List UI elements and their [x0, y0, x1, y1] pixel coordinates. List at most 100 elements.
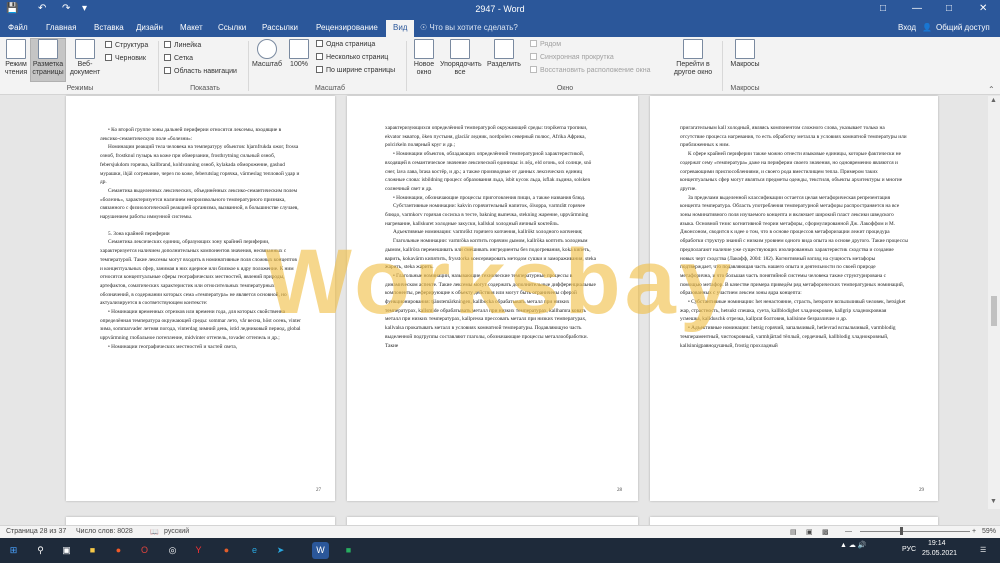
lightbulb-icon: ☉ — [420, 23, 428, 32]
start-icon[interactable]: ⊞ — [5, 542, 22, 559]
tab-review[interactable]: Рецензирование — [316, 23, 378, 32]
ribbon-options-icon[interactable]: □ — [880, 3, 886, 14]
word-count[interactable]: Число слов: 8028 — [76, 528, 133, 535]
tab-home[interactable]: Главная — [46, 23, 76, 32]
paragraph: Субстантивные номинации: kakvin горячите… — [385, 203, 589, 227]
read-mode-label: Режим чтения — [4, 61, 28, 76]
zoom-slider-thumb[interactable] — [900, 527, 903, 535]
keyboard-language[interactable]: РУС — [902, 546, 916, 553]
side-by-side-label: Рядом — [540, 41, 562, 48]
zoom-label: Масштаб — [252, 61, 282, 68]
multi-page-button[interactable]: Несколько страниц — [316, 53, 388, 61]
zoom-in-icon[interactable]: + — [972, 528, 976, 535]
zoom-out-icon[interactable]: — — [845, 528, 852, 535]
app-icon[interactable]: ■ — [340, 542, 357, 559]
firefox-icon[interactable]: ● — [110, 542, 127, 559]
group-separator — [158, 41, 159, 91]
web-layout-view-icon[interactable]: ▩ — [822, 528, 829, 536]
telegram-icon[interactable]: ➤ — [272, 542, 289, 559]
tell-me-box[interactable]: ☉ Что вы хотите сделать? — [420, 23, 518, 32]
maximize-icon[interactable]: □ — [946, 3, 952, 14]
paragraph: пригагательным kall холодный, являясь ко… — [680, 125, 907, 149]
clock-date[interactable]: 25.05.2021 — [922, 550, 957, 557]
tab-insert[interactable]: Вставка — [94, 23, 124, 32]
sync-scroll-button[interactable]: Синхронная прокрутка — [530, 53, 614, 61]
explorer-icon[interactable]: ■ — [84, 542, 101, 559]
yandex-browser-icon[interactable]: ● — [218, 542, 235, 559]
zoom-button[interactable]: Масштаб — [250, 39, 284, 69]
web-layout-button[interactable]: Веб-документ — [68, 39, 102, 77]
yandex-icon[interactable]: Y — [190, 542, 207, 559]
structure-checkbox[interactable]: Структура — [105, 41, 148, 49]
edge-icon[interactable]: e — [246, 542, 263, 559]
scroll-up-icon[interactable]: ▲ — [990, 97, 997, 104]
search-icon[interactable]: ⚲ — [32, 542, 49, 559]
task-view-icon[interactable]: ▣ — [58, 542, 75, 559]
one-page-label: Одна страница — [326, 41, 376, 48]
draft-checkbox[interactable]: Черновик — [105, 54, 146, 62]
arrange-all-button[interactable]: Упорядочить все — [440, 39, 482, 77]
new-window-button[interactable]: Новое окно — [410, 39, 438, 77]
switch-windows-button[interactable]: Перейти в другое окно — [668, 39, 718, 77]
grid-box — [164, 54, 171, 61]
web-layout-label: Веб-документ — [69, 61, 101, 76]
read-mode-button[interactable]: Режим чтения — [3, 39, 29, 77]
paragraph: характеризующихся определённой температу… — [385, 125, 588, 149]
scroll-down-icon[interactable]: ▼ — [990, 498, 997, 505]
print-layout-view-icon[interactable]: ▣ — [806, 528, 813, 536]
chrome-icon[interactable]: ◎ — [164, 542, 181, 559]
notifications-icon[interactable]: ☰ — [980, 546, 986, 554]
zoom-100-button[interactable]: 100% — [286, 39, 312, 69]
share-button[interactable]: Общий доступ — [936, 23, 990, 32]
tab-view[interactable]: Вид — [386, 20, 415, 37]
tab-file[interactable]: Файл — [8, 23, 28, 32]
scroll-thumb[interactable] — [991, 296, 997, 326]
tab-layout[interactable]: Макет — [180, 23, 203, 32]
reset-position-button[interactable]: Восстановить расположение окна — [530, 66, 650, 74]
arrange-all-label: Упорядочить все — [440, 61, 482, 76]
share-icon[interactable]: 👤 — [922, 23, 932, 32]
draft-label: Черновик — [115, 55, 146, 62]
page-number: 29 — [919, 488, 924, 493]
print-layout-button[interactable]: Разметка страницы — [30, 38, 66, 82]
window-title: 2947 - Word — [475, 4, 525, 14]
grid-checkbox[interactable]: Сетка — [164, 54, 193, 62]
new-window-label: Новое окно — [413, 61, 435, 76]
side-by-side-button[interactable]: Рядом — [530, 40, 561, 48]
group-modes-label: Режимы — [66, 85, 94, 92]
signin-link[interactable]: Вход — [898, 23, 916, 32]
ruler-checkbox[interactable]: Линейка — [164, 41, 201, 49]
vertical-scrollbar[interactable]: ▲ ▼ — [988, 96, 1000, 509]
zoom-100-icon — [289, 39, 309, 59]
one-page-button[interactable]: Одна страница — [316, 40, 375, 48]
close-icon[interactable]: ✕ — [979, 3, 987, 14]
tab-mailings[interactable]: Рассылки — [262, 23, 298, 32]
zoom-level[interactable]: 59% — [982, 528, 996, 535]
macros-button[interactable]: Макросы — [726, 39, 764, 69]
zoom-slider[interactable] — [860, 531, 970, 532]
tell-me-text: Что вы хотите сделать? — [429, 23, 518, 32]
tab-design[interactable]: Дизайн — [136, 23, 163, 32]
proofing-icon[interactable]: 📖 — [150, 528, 159, 536]
read-mode-icon — [6, 39, 26, 59]
opera-icon[interactable]: O — [136, 542, 153, 559]
tray-icons[interactable]: ▲ ☁ 🔊 — [840, 541, 867, 549]
page-count[interactable]: Страница 28 из 37 — [6, 528, 66, 535]
minimize-icon[interactable]: — — [912, 3, 922, 14]
ribbon-tabs: Файл Главная Вставка Дизайн Макет Ссылки… — [0, 20, 1000, 37]
read-mode-view-icon[interactable]: ▤ — [790, 528, 797, 536]
page-width-icon — [316, 66, 323, 73]
paragraph: К сфере крайней периферии также можно от… — [680, 151, 903, 192]
word-taskbar-icon[interactable]: W — [312, 542, 329, 559]
split-button[interactable]: Разделить — [484, 39, 524, 69]
nav-pane-checkbox[interactable]: Область навигации — [164, 67, 237, 75]
taskbar: ⊞ ⚲ ▣ ■ ● O ◎ Y ● e ➤ W ■ ▲ ☁ 🔊 РУС 19:1… — [0, 538, 1000, 563]
page-width-button[interactable]: По ширине страницы — [316, 66, 395, 74]
clock-time[interactable]: 19:14 — [928, 540, 946, 547]
nav-pane-label: Область навигации — [174, 68, 237, 75]
one-page-icon — [316, 40, 323, 47]
tab-references[interactable]: Ссылки — [218, 23, 246, 32]
language[interactable]: русский — [164, 528, 189, 535]
collapse-ribbon-icon[interactable]: ⌃ — [988, 85, 995, 94]
page-width-label: По ширине страницы — [326, 67, 396, 74]
